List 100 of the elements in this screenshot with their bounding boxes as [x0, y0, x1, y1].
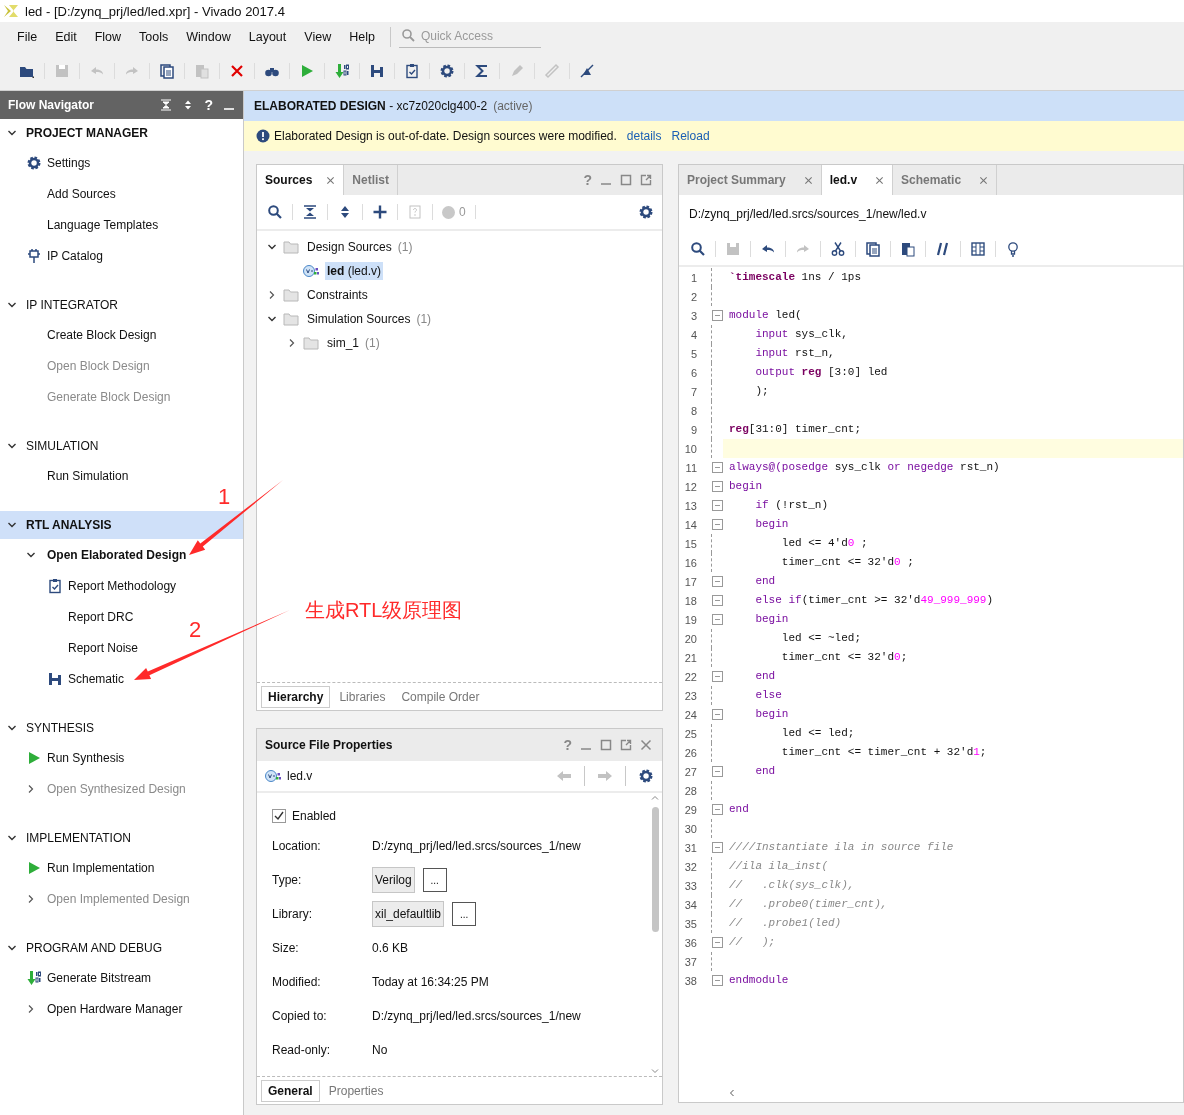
- nav-item[interactable]: Schematic: [68, 671, 125, 686]
- settings-icon[interactable]: [638, 768, 654, 784]
- nav-item[interactable]: Run Implementation: [47, 860, 155, 875]
- scissors-icon[interactable]: [830, 241, 846, 257]
- clipboard-check-icon[interactable]: [404, 63, 420, 79]
- link[interactable]: details: [626, 129, 662, 143]
- browse-button[interactable]: ...: [452, 902, 477, 926]
- tab[interactable]: Sources: [257, 165, 345, 195]
- fold-icon[interactable]: [711, 804, 723, 815]
- help-button[interactable]: ?: [204, 97, 213, 113]
- fold-icon[interactable]: [711, 576, 723, 587]
- search-icon[interactable]: [690, 241, 706, 257]
- chevron-down-icon[interactable]: [267, 242, 277, 252]
- close-icon[interactable]: [875, 175, 885, 185]
- float-window-icon[interactable]: [620, 739, 632, 751]
- menu-item[interactable]: Help: [340, 26, 384, 48]
- chevron-down-icon[interactable]: [267, 314, 277, 324]
- scrollbar-thumb[interactable]: [651, 807, 659, 932]
- chevron-down-icon[interactable]: [7, 300, 17, 310]
- chevron-down-icon[interactable]: [7, 520, 17, 530]
- fold-icon[interactable]: [711, 671, 723, 682]
- nav-section-header[interactable]: SIMULATION: [0, 432, 243, 460]
- nav-item[interactable]: Open Hardware Manager: [47, 1001, 183, 1016]
- nav-section-header[interactable]: RTL ANALYSIS: [0, 511, 243, 539]
- menu-item[interactable]: Layout: [239, 26, 296, 48]
- tab[interactable]: Schematic: [893, 165, 998, 195]
- nav-section-header[interactable]: IP INTEGRATOR: [0, 291, 243, 319]
- nav-item[interactable]: Add Sources: [47, 186, 116, 201]
- slashes-icon[interactable]: [935, 241, 951, 257]
- nav-section-header[interactable]: PROGRAM AND DEBUG: [0, 934, 243, 962]
- checkbox[interactable]: [272, 809, 286, 823]
- fold-icon[interactable]: [711, 519, 723, 530]
- nav-item[interactable]: Report Methodology: [68, 578, 177, 593]
- nav-item[interactable]: Open Elaborated Design: [47, 547, 187, 562]
- collapse-all-icon[interactable]: [160, 99, 173, 111]
- close-icon[interactable]: [979, 175, 989, 185]
- settings-icon[interactable]: [638, 204, 654, 220]
- maximize-icon[interactable]: [600, 739, 612, 751]
- tab[interactable]: Libraries: [332, 685, 393, 708]
- collapse-icon[interactable]: [302, 204, 318, 220]
- nav-item[interactable]: Report Noise: [68, 640, 139, 655]
- fold-icon[interactable]: [711, 462, 723, 473]
- fold-icon[interactable]: [711, 937, 723, 948]
- fold-icon[interactable]: [711, 975, 723, 986]
- nav-item[interactable]: Language Templates: [47, 217, 159, 232]
- tree-item[interactable]: Constraints: [305, 286, 370, 304]
- menu-item[interactable]: Window: [177, 26, 240, 48]
- fold-icon[interactable]: [711, 481, 723, 492]
- quick-access-field[interactable]: Quick Access: [420, 29, 531, 43]
- fold-icon[interactable]: [711, 595, 723, 606]
- tab[interactable]: Hierarchy: [261, 685, 331, 708]
- tab[interactable]: Compile Order: [394, 685, 487, 708]
- fold-icon[interactable]: [711, 500, 723, 511]
- float-window-icon[interactable]: [640, 174, 652, 186]
- fold-icon[interactable]: [711, 709, 723, 720]
- play-icon[interactable]: [299, 63, 315, 79]
- crossed-tool-icon[interactable]: [579, 63, 595, 79]
- tab[interactable]: Project Summary: [679, 165, 822, 195]
- fold-icon[interactable]: [711, 310, 723, 321]
- schematic-icon[interactable]: [369, 63, 385, 79]
- chevron-down-icon[interactable]: [7, 441, 17, 451]
- nav-item[interactable]: Create Block Design: [47, 327, 157, 342]
- menu-item[interactable]: Flow: [85, 26, 131, 48]
- down-arrow-icon[interactable]: [334, 63, 350, 79]
- document-icon[interactable]: [159, 63, 175, 79]
- settings-icon[interactable]: [439, 63, 455, 79]
- nav-item[interactable]: Run Synthesis: [47, 750, 125, 765]
- fold-icon[interactable]: [711, 614, 723, 625]
- chevron-right-icon[interactable]: [287, 338, 297, 348]
- columns-icon[interactable]: [970, 241, 986, 257]
- close-icon[interactable]: [640, 739, 652, 751]
- chevron-down-icon[interactable]: [7, 128, 17, 138]
- tab[interactable]: led.v: [821, 165, 894, 195]
- documents-icon[interactable]: [900, 241, 916, 257]
- fold-icon[interactable]: [711, 766, 723, 777]
- chevron-down-icon[interactable]: [7, 723, 17, 733]
- tree-item[interactable]: led (led.v): [325, 262, 384, 280]
- property-field[interactable]: xil_defaultlib: [372, 901, 445, 927]
- nav-item[interactable]: Settings: [47, 155, 91, 170]
- tree-item[interactable]: Simulation Sources: [305, 310, 413, 328]
- close-icon[interactable]: [803, 175, 813, 185]
- tab[interactable]: General: [261, 1079, 320, 1102]
- chevron-right-icon[interactable]: [267, 290, 277, 300]
- nav-section-header[interactable]: PROJECT MANAGER: [0, 119, 243, 147]
- menu-item[interactable]: View: [295, 26, 341, 48]
- menu-item[interactable]: Edit: [46, 26, 86, 48]
- tab[interactable]: Properties: [321, 1079, 391, 1102]
- close-icon[interactable]: [326, 175, 336, 185]
- light-bulb-icon[interactable]: [1005, 241, 1021, 257]
- tree-item[interactable]: sim_1: [325, 334, 361, 352]
- nav-item[interactable]: Report DRC: [68, 609, 134, 624]
- nav-item[interactable]: Generate Bitstream: [47, 970, 152, 985]
- tree-item[interactable]: Design Sources: [305, 238, 394, 256]
- plus-icon[interactable]: [372, 204, 388, 220]
- tab[interactable]: Netlist: [344, 165, 399, 195]
- nav-section-header[interactable]: SYNTHESIS: [0, 714, 243, 742]
- menu-item[interactable]: Tools: [130, 26, 178, 48]
- link[interactable]: Reload: [671, 129, 710, 143]
- fold-icon[interactable]: [711, 842, 723, 853]
- chevron-right-icon[interactable]: [26, 1003, 36, 1014]
